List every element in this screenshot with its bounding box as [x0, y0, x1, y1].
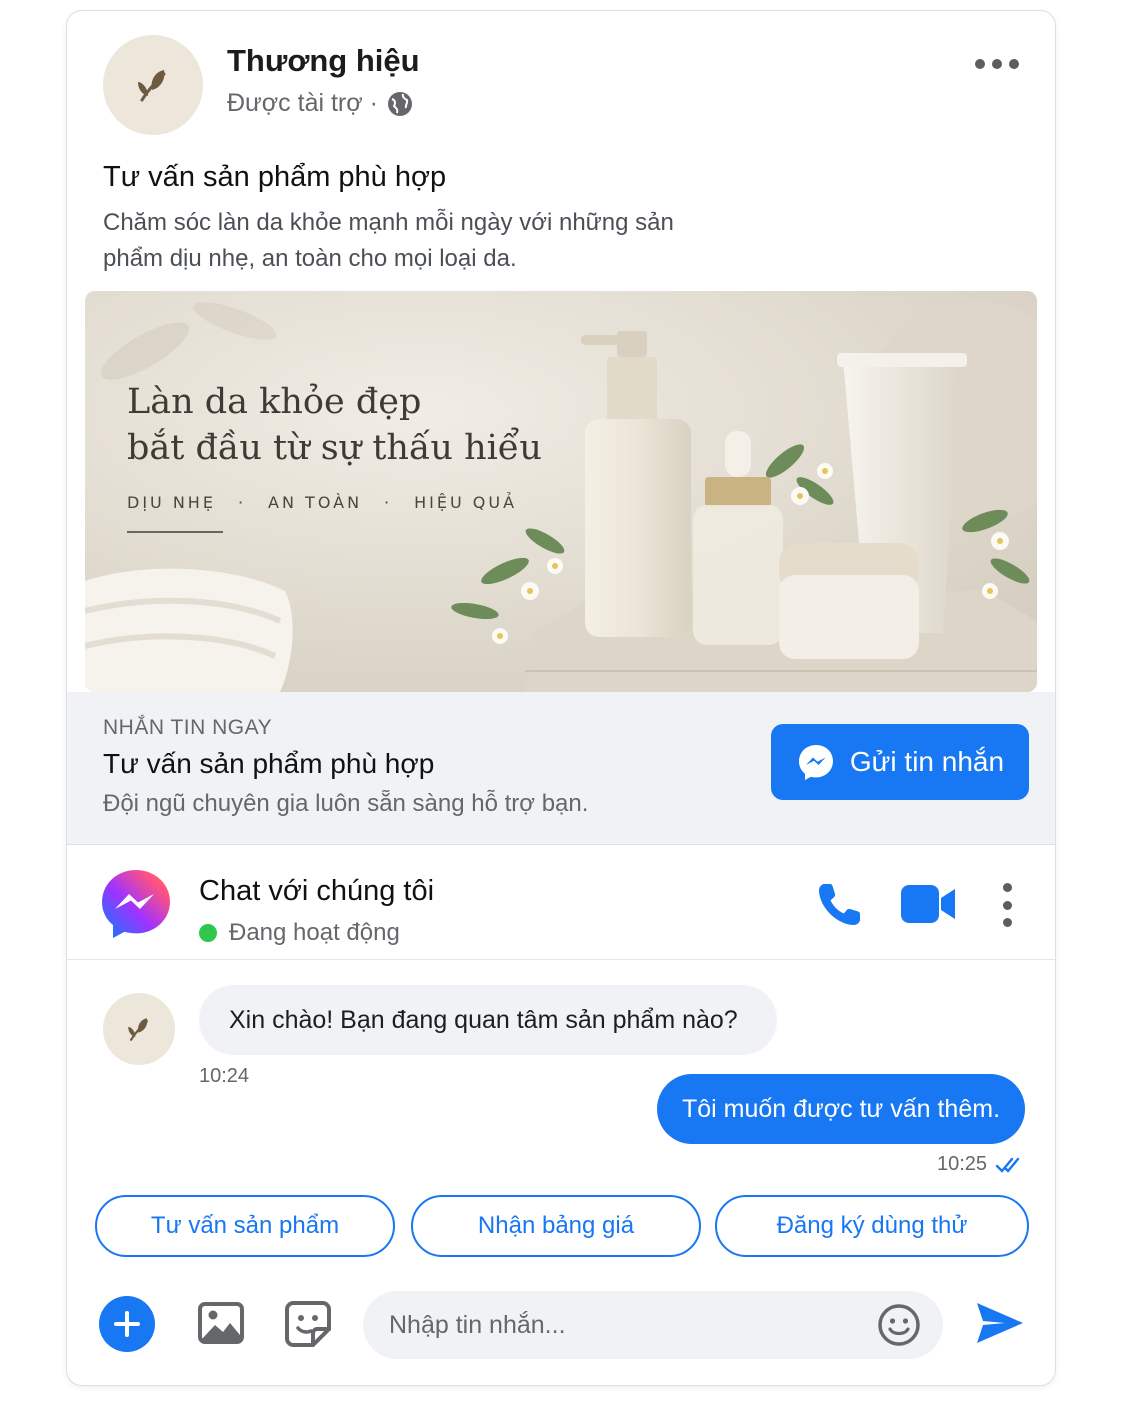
globe-icon [387, 91, 412, 116]
incoming-message-time: 10:24 [199, 1065, 250, 1087]
image-icon[interactable] [197, 1299, 245, 1347]
send-message-button[interactable]: Gửi tin nhắn [771, 724, 1029, 800]
hero-image[interactable]: Làn da khỏe đẹp bắt đầu từ sự thấu hiểu … [85, 291, 1037, 692]
chat-status-label: Đang hoạt động [229, 919, 400, 946]
double-check-icon [995, 1157, 1020, 1173]
brand-avatar-small [103, 993, 175, 1065]
cta-title: Tư vấn sản phẩm phù hợp [103, 748, 435, 779]
chat-header: Chat với chúng tôi Đang hoạt động [67, 845, 1055, 960]
chat-title: Chat với chúng tôi [199, 875, 435, 907]
hero-tag: HIỆU QUẢ [414, 493, 518, 512]
hero-headline: Làn da khỏe đẹp bắt đầu từ sự thấu hiểu [127, 382, 542, 468]
cta-kicker: NHẮN TIN NGAY [103, 716, 273, 739]
brand-name[interactable]: Thương hiệu [227, 43, 420, 79]
video-icon[interactable] [899, 883, 957, 925]
outgoing-message-time: 10:25 [937, 1153, 988, 1175]
hero-tag: AN TOÀN [268, 493, 363, 512]
incoming-message: Xin chào! Bạn đang quan tâm sản phẩm nào… [199, 985, 777, 1055]
messenger-icon [798, 745, 833, 780]
online-status-dot [199, 924, 217, 942]
chat-status: Đang hoạt động [199, 919, 400, 947]
messenger-icon [102, 870, 170, 938]
post-description: Chăm sóc làn da khỏe mạnh mỗi ngày với n… [103, 209, 674, 272]
plus-icon[interactable] [99, 1296, 155, 1352]
post-title: Tư vấn sản phẩm phù hợp [103, 161, 447, 193]
plus-glyph [114, 1311, 140, 1337]
sponsored-label-row: Được tài trợ · [227, 89, 414, 118]
more-icon[interactable] [975, 51, 1019, 77]
cta-subtitle: Đội ngũ chuyên gia luôn sẵn sàng hỗ trợ … [103, 790, 589, 817]
cta-section: NHẮN TIN NGAY Tư vấn sản phẩm phù hợp Độ… [67, 692, 1055, 845]
send-message-label: Gửi tin nhắn [849, 746, 1005, 777]
hero-tag: DỊU NHẸ [127, 493, 216, 512]
product-illustration [85, 291, 1037, 692]
kebab-icon[interactable] [1001, 883, 1013, 927]
phone-icon[interactable] [815, 879, 865, 929]
leaf-icon [128, 1018, 148, 1041]
outgoing-message-meta: 10:25 [937, 1153, 1025, 1176]
sponsored-post-card: Thương hiệu Được tài trợ · Tư vấn sản ph… [66, 10, 1056, 1386]
message-input[interactable] [363, 1291, 943, 1359]
brand-avatar[interactable] [103, 35, 203, 135]
outgoing-message: Tôi muốn được tư vấn thêm. [657, 1074, 1025, 1144]
hero-tag-separator: · [237, 493, 247, 512]
send-icon[interactable] [973, 1297, 1025, 1349]
emoji-icon[interactable] [877, 1303, 921, 1347]
quick-reply-free-trial[interactable]: Đăng ký dùng thử [715, 1195, 1029, 1257]
sponsored-label: Được tài trợ · [227, 89, 378, 117]
hero-tag-separator: · [384, 493, 393, 512]
quick-reply-price-list[interactable]: Nhận bảng giá [411, 1195, 701, 1257]
hero-tags: DỊU NHẸ · AN TOÀN · HIỆU QUẢ [127, 493, 517, 512]
quick-reply-product-advice[interactable]: Tư vấn sản phẩm [95, 1195, 395, 1257]
hero-divider [127, 531, 223, 533]
leaf-icon [138, 70, 166, 102]
sticker-icon[interactable] [283, 1299, 333, 1349]
